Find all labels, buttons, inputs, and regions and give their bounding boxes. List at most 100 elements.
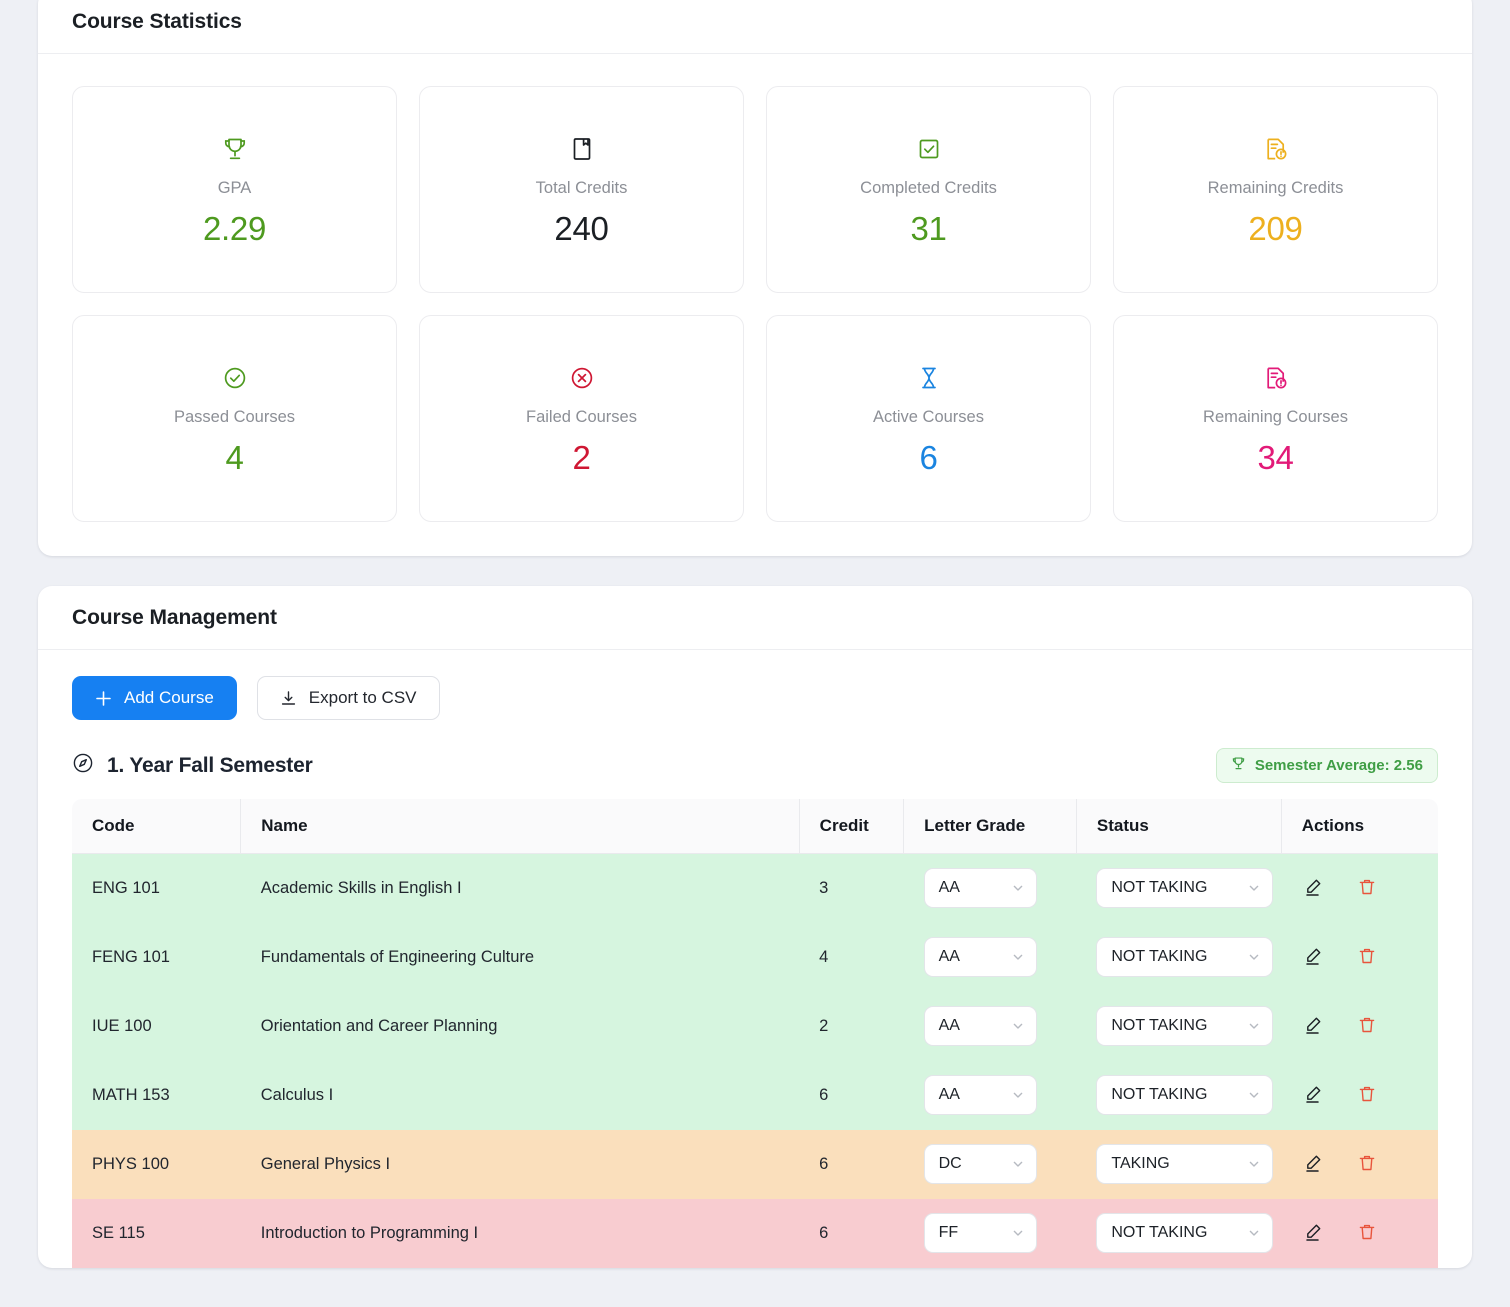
letter-grade-select[interactable]: AA [923,868,1037,909]
semester-average-label: Semester Average: 2.56 [1254,757,1423,774]
edit-course-button[interactable] [1303,1222,1323,1245]
cell-code: ENG 101 [92,878,160,897]
table-row: SE 115 Introduction to Programming I6 FF … [72,1198,1438,1268]
letter-grade-select[interactable]: AA [923,1006,1037,1046]
cell-actions [1281,923,1438,992]
chevron-down-icon [1011,1088,1025,1102]
trophy-icon [221,132,249,166]
stat-value: 2 [572,438,591,476]
letter-grade-select[interactable]: DC [923,1144,1037,1184]
table-header-row: Code Name Credit Letter Grade Status Actions [72,799,1438,854]
delete-course-button[interactable] [1357,1084,1377,1107]
export-csv-button[interactable]: Export to CSV [256,676,440,720]
stat-card-total-credits: Total Credits 240 [419,86,744,293]
cell-letter-grade: FF [904,1199,1077,1268]
course-management-header: Course Management [38,586,1472,650]
courses-table: Code Name Credit Letter Grade Status Actions … [72,799,1438,1268]
stat-label: Remaining Credits [1207,178,1344,197]
compass-icon [72,752,94,779]
plus-icon [95,690,112,707]
stat-label: Passed Courses [173,407,296,426]
delete-course-button[interactable] [1357,1222,1377,1245]
row-actions [1301,877,1438,900]
cell-letter-grade: AA [904,1061,1077,1130]
stat-card-passed-courses: Passed Courses 4 [72,315,397,522]
stat-value: 240 [554,209,609,247]
edit-course-button[interactable] [1303,946,1323,969]
course-management-body: Add Course Export to CSV 1. Year Fall Se… [38,650,1472,1268]
status-select[interactable]: TAKING [1096,1144,1274,1184]
cell-letter-grade: DC [904,1130,1077,1199]
status-select[interactable]: NOT TAKING [1096,937,1274,977]
stat-label: GPA [217,178,252,197]
semester-average-badge: Semester Average: 2.56 [1215,748,1438,783]
cell-letter-grade: AA [904,854,1077,923]
stat-card-remaining-credits: Remaining Credits 209 [1113,86,1438,293]
course-statistics-body: GPA 2.29 Total Credits 240 Completed Credi… [38,54,1472,556]
table-row: MATH 153 Calculus I 6 AA NOT TAKING [72,1060,1438,1130]
edit-pencil-icon [1303,1153,1323,1176]
status-select[interactable]: NOT TAKING [1096,1006,1274,1046]
courses-table-body: ENG 101 Academic Skills in English I3 AA … [72,853,1438,1268]
edit-course-button[interactable] [1303,877,1323,900]
cell-name: Calculus I [260,1085,334,1104]
trash-icon [1357,1153,1377,1176]
stat-card-remaining-courses: Remaining Courses 34 [1113,315,1438,522]
status-value: NOT TAKING [1111,1017,1208,1034]
course-management-title: Course Management [72,606,277,629]
cell-name: Orientation and Career Planning [260,1016,498,1035]
edit-course-button[interactable] [1303,1153,1323,1176]
edit-course-button[interactable] [1303,1084,1323,1107]
status-value: NOT TAKING [1111,879,1208,897]
export-csv-label: Export to CSV [308,688,417,707]
cell-letter-grade: AA [904,923,1077,992]
stat-label: Failed Courses [526,407,637,426]
delete-course-button[interactable] [1357,1015,1377,1038]
cell-name: Introduction to Programming I [260,1223,479,1242]
download-icon [280,690,297,707]
cell-code: IUE 100 [92,1016,152,1035]
letter-grade-value: DC [938,1155,962,1172]
trash-icon [1357,1084,1377,1107]
status-select[interactable]: NOT TAKING [1096,1075,1274,1115]
letter-grade-value: AA [938,948,960,965]
status-value: NOT TAKING [1111,1224,1208,1241]
letter-grade-value: AA [938,879,960,897]
table-row: FENG 101 Fundamentals of Engineering Cult… [72,922,1438,992]
course-statistics-card: Course Statistics GPA 2.29 Total Credits 2… [38,0,1472,556]
column-header-status: Status [1076,799,1282,854]
trash-icon [1357,877,1377,900]
status-value: NOT TAKING [1111,948,1208,965]
status-select[interactable]: NOT TAKING [1096,1213,1274,1253]
semester-heading: 1. Year Fall Semester [72,752,313,779]
letter-grade-select[interactable]: AA [923,1075,1037,1115]
edit-pencil-icon [1303,877,1323,900]
delete-course-button[interactable] [1357,946,1377,969]
chevron-down-icon [1247,950,1261,964]
cell-credit: 2 [819,1016,829,1035]
chevron-down-icon [1247,881,1261,895]
chevron-down-icon [1247,1019,1261,1033]
cell-status: NOT TAKING [1076,992,1281,1061]
delete-course-button[interactable] [1357,1153,1377,1176]
edit-course-button[interactable] [1303,1015,1323,1038]
book-icon [568,132,596,166]
cell-code: MATH 153 [92,1085,170,1104]
stat-value: 2.29 [202,209,267,247]
add-course-button[interactable]: Add Course [72,676,237,720]
cell-credit: 6 [819,1085,829,1104]
status-select[interactable]: NOT TAKING [1096,868,1274,909]
cell-credit: 6 [819,1223,829,1242]
cell-name: Academic Skills in English I [260,878,462,897]
stat-label: Active Courses [873,407,984,426]
close-circle-icon [568,361,596,395]
toolbar: Add Course Export to CSV [72,676,1438,720]
page-root: Course Statistics GPA 2.29 Total Credits 2… [0,0,1510,1297]
trash-icon [1357,1222,1377,1245]
letter-grade-value: AA [938,1086,960,1103]
letter-grade-select[interactable]: AA [923,937,1037,977]
cell-actions [1281,1130,1438,1199]
delete-course-button[interactable] [1357,877,1377,900]
letter-grade-select[interactable]: FF [923,1213,1037,1253]
stat-value: 4 [225,438,244,476]
